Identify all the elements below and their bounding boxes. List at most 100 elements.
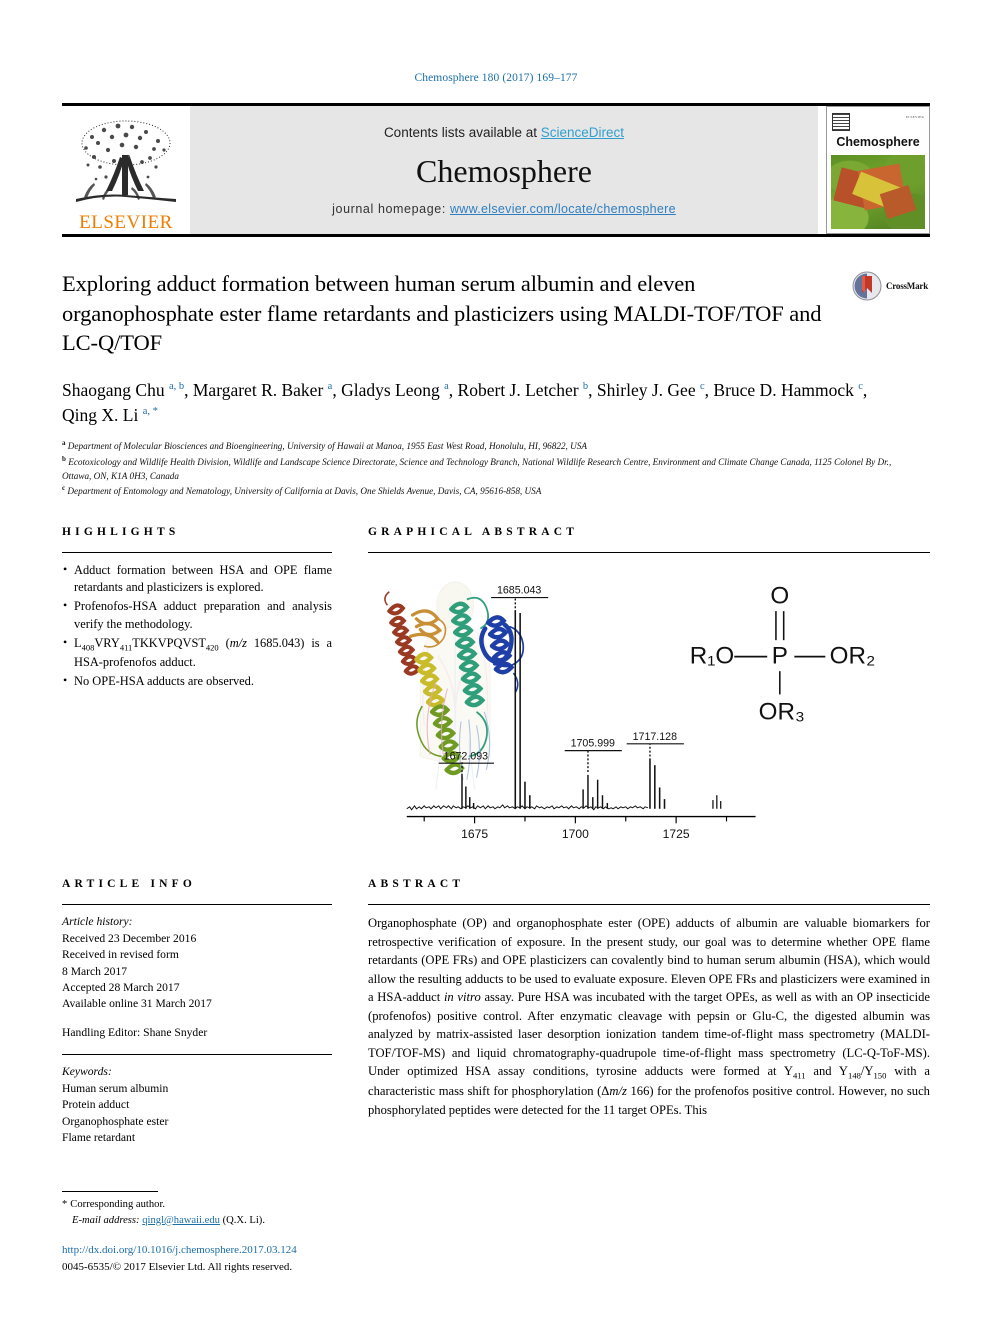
contents-line: Contents lists available at ScienceDirec… (384, 125, 624, 140)
abstract-body: Organophosphate (OP) and organophosphate… (368, 916, 931, 1117)
peak-label-1685: 1685.043 (497, 585, 541, 597)
journal-homepage-link[interactable]: www.elsevier.com/locate/chemosphere (450, 202, 676, 216)
structure-left-group: R₁O (690, 643, 734, 670)
page-title: Exploring adduct formation between human… (62, 271, 822, 356)
peak-cluster-1672 (461, 774, 475, 809)
graphical-abstract-figure: 1672.093 1685.043 1705.999 1717.128 1675… (368, 562, 930, 854)
history-line: 8 March 2017 (62, 964, 128, 978)
highlights-graphical-row: HIGHLIGHTS Adduct formation between HSA … (62, 526, 930, 854)
affiliation-item: c Department of Entomology and Nematolog… (62, 483, 892, 499)
graphical-abstract-heading: GRAPHICAL ABSTRACT (368, 526, 579, 539)
list-item: No OPE-HSA adducts are observed. (62, 672, 332, 690)
keywords-label: Keywords: (62, 1065, 112, 1079)
article-history-label: Article history: (62, 915, 133, 929)
structure-bottom-group: OR₃ (759, 699, 805, 726)
affiliation-text: Department of Entomology and Nematology,… (67, 486, 542, 497)
keyword-item: Protein adduct (62, 1098, 130, 1112)
journal-cover-thumbnail[interactable]: ELSEVIER Chemosphere (826, 106, 930, 234)
graphical-abstract-column: GRAPHICAL ABSTRACT 1672.093 1685.043 170… (332, 526, 930, 854)
info-abstract-row: ARTICLE INFO Article history: Received 2… (62, 878, 930, 1146)
handling-editor: Handling Editor: Shane Snyder (62, 1025, 208, 1039)
article-info-column: ARTICLE INFO Article history: Received 2… (62, 878, 332, 1146)
author-list: Shaogang Chu a, b, Margaret R. Baker a, … (62, 380, 868, 426)
elsevier-logo: ELSEVIER (62, 106, 190, 234)
crossmark-icon (852, 271, 882, 301)
corresponding-label: Corresponding author. (70, 1199, 166, 1211)
banner-bottom-rule (62, 234, 930, 237)
axis-tick-1675: 1675 (461, 827, 488, 841)
sciencedirect-link[interactable]: ScienceDirect (541, 125, 624, 140)
article-info-rule (62, 904, 332, 906)
cover-journal-name: Chemosphere (836, 135, 920, 149)
highlights-column: HIGHLIGHTS Adduct formation between HSA … (62, 526, 332, 854)
peak-label-1705: 1705.999 (571, 738, 615, 750)
highlights-rule (62, 552, 332, 554)
contents-prefix: Contents lists available at (383, 124, 541, 140)
corresponding-star: * (62, 1199, 68, 1211)
peak-label-1717: 1717.128 (633, 731, 677, 743)
keywords-rule (62, 1054, 332, 1056)
history-line: Accepted 28 March 2017 (62, 981, 180, 994)
cover-mini-logo-icon (832, 113, 850, 131)
highlights-list: Adduct formation between HSA and OPE fla… (62, 561, 332, 690)
axis-tick-1700: 1700 (562, 827, 589, 841)
history-line: Received in revised form (62, 948, 179, 962)
crossmark-label: CrossMark (885, 281, 928, 291)
journal-homepage-line: journal homepage: www.elsevier.com/locat… (332, 202, 676, 216)
journal-title: Chemosphere (416, 152, 592, 189)
affiliation-item: b Ecotoxicology and Wildlife Health Divi… (62, 454, 892, 484)
copyright-line: 0045-6535/© 2017 Elsevier Ltd. All right… (62, 1260, 293, 1273)
homepage-prefix: journal homepage: (332, 201, 450, 216)
highlights-heading: HIGHLIGHTS (62, 526, 180, 539)
doi-line[interactable]: http://dx.doi.org/10.1016/j.chemosphere.… (62, 1242, 482, 1259)
title-block: CrossMark Exploring adduct formation bet… (62, 269, 930, 499)
affiliation-item: a Department of Molecular Biosciences an… (62, 438, 892, 454)
structure-phosphorus: P (772, 643, 788, 670)
list-item: L408VRY411TKKVPQVST420 (m/z 1685.043) is… (62, 634, 332, 671)
affiliation-text: Department of Molecular Biosciences and … (67, 440, 587, 451)
cover-inner: ELSEVIER Chemosphere (831, 111, 925, 233)
cover-artwork (831, 155, 925, 229)
affiliation-text: Ecotoxicology and Wildlife Health Divisi… (62, 456, 892, 481)
abstract-heading: ABSTRACT (368, 878, 465, 891)
affiliation-mark: c (62, 484, 66, 493)
abstract-rule (368, 904, 930, 906)
elsevier-tree-icon (76, 120, 176, 202)
affiliation-mark: b (62, 454, 66, 463)
peak-label-1672: 1672.093 (444, 751, 488, 763)
ope-chemical-structure: O P R₁O OR₂ OR₃ (690, 583, 876, 726)
article-info-heading: ARTICLE INFO (62, 878, 197, 891)
structure-right-group: OR₂ (830, 643, 876, 670)
abstract-column: ABSTRACT Organophosphate (OP) and organo… (332, 878, 930, 1146)
list-item: Adduct formation between HSA and OPE fla… (62, 561, 332, 596)
structure-double-bond-oxygen: O (770, 583, 789, 610)
affiliation-list: a Department of Molecular Biosciences an… (62, 438, 892, 499)
keyword-item: Organophosphate ester (62, 1114, 169, 1128)
crossmark-badge[interactable]: CrossMark (852, 271, 928, 301)
peak-cluster-1705 (582, 775, 609, 809)
graphical-abstract-rule (368, 552, 930, 554)
history-line: Available online 31 March 2017 (62, 997, 212, 1011)
running-head: Chemosphere 180 (2017) 169–177 (414, 72, 578, 84)
article-first-page: Chemosphere 180 (2017) 169–177 ELSEVIER … (0, 0, 992, 1323)
history-line: Received 23 December 2016 (62, 931, 197, 945)
list-item: Profenofos-HSA adduct preparation and an… (62, 597, 332, 632)
peak-cluster-1717 (649, 758, 666, 809)
axis-tick-1725: 1725 (663, 827, 690, 841)
keyword-item: Human serum albumin (62, 1081, 169, 1095)
banner-center: Contents lists available at ScienceDirec… (190, 106, 818, 234)
cover-top-row: ELSEVIER (831, 111, 925, 133)
article-history: Article history: Received 23 December 20… (62, 914, 332, 1041)
email-label: E-mail address: (72, 1214, 140, 1226)
elsevier-wordmark: ELSEVIER (79, 212, 173, 233)
spectrum-baseline (406, 804, 649, 811)
author-email-link[interactable]: qingl@hawaii.edu (142, 1215, 220, 1226)
doi-link[interactable]: http://dx.doi.org/10.1016/j.chemosphere.… (62, 1244, 297, 1256)
email-suffix: (Q.X. Li). (222, 1214, 265, 1226)
journal-banner: ELSEVIER Contents lists available at Sci… (62, 106, 930, 234)
affiliation-mark: a (62, 438, 66, 447)
cover-tiny-text: ELSEVIER (905, 115, 924, 119)
graphical-abstract-svg: 1672.093 1685.043 1705.999 1717.128 1675… (384, 581, 876, 841)
footer-rule (62, 1191, 158, 1193)
keywords-block: Keywords: Human serum albumin Protein ad… (62, 1064, 332, 1146)
